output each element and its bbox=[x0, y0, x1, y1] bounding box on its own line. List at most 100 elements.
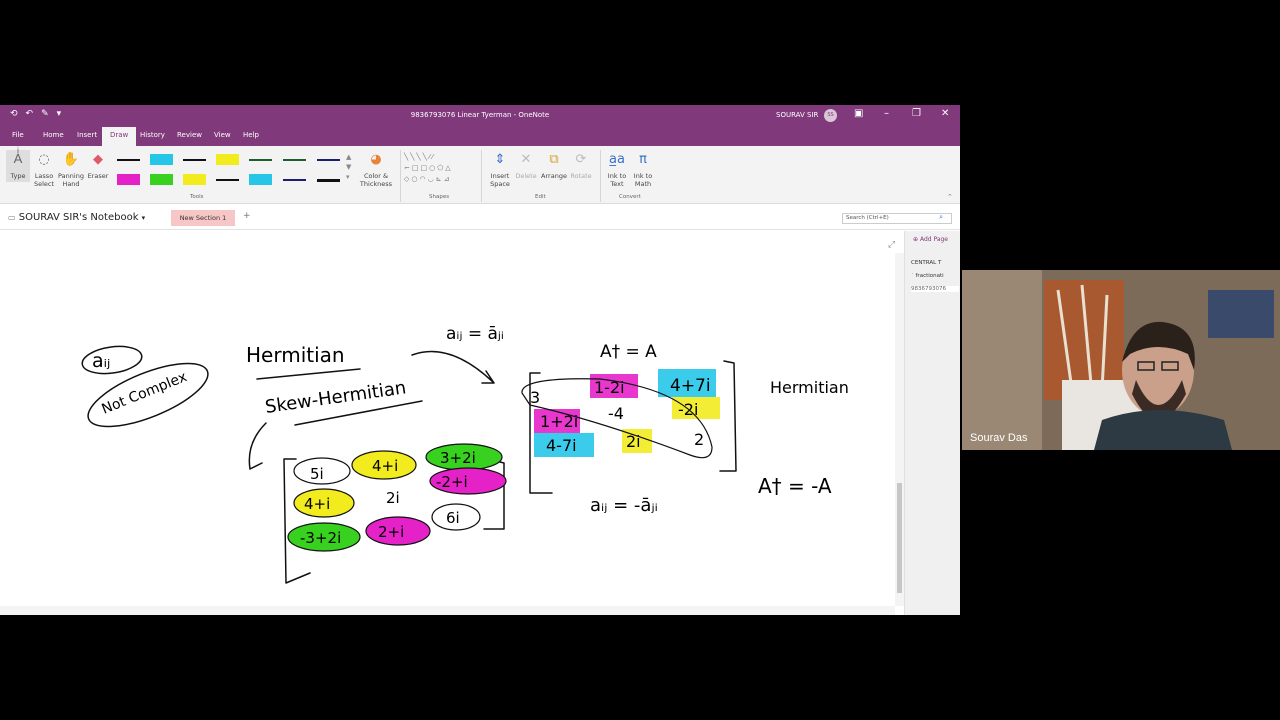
pen-swatch[interactable] bbox=[113, 171, 142, 187]
eraser-icon: ◆ bbox=[93, 152, 103, 167]
chevron-down-icon: ▾ bbox=[141, 214, 146, 222]
pen-black-4 bbox=[317, 179, 340, 182]
title-bar: ⟲ ↶ ✎ ▾ 9836793076 Linear Tyerman - OneN… bbox=[0, 105, 960, 125]
vertical-scrollbar[interactable] bbox=[895, 253, 904, 606]
user-name[interactable]: SOURAV SIR bbox=[776, 111, 818, 119]
separator bbox=[481, 150, 482, 202]
pen-swatch[interactable] bbox=[146, 171, 175, 187]
horizontal-scrollbar[interactable] bbox=[0, 606, 895, 615]
color-thickness-button[interactable]: ◕ Color & Thickness bbox=[358, 152, 394, 189]
minimize-icon[interactable]: – bbox=[884, 108, 889, 119]
page-item[interactable]: CENTRAL T bbox=[911, 260, 959, 266]
highlighter-yellow-2 bbox=[183, 174, 206, 185]
matrix1-cell: 5i bbox=[310, 465, 324, 483]
panning-hand-button[interactable]: ✋ Panning Hand bbox=[57, 152, 85, 189]
expand-icon[interactable]: ⤢ bbox=[887, 240, 895, 250]
shapes-gallery[interactable]: ╲╲╲╲⁄⁄ ⌐□□○⬠△ ◇○◠◡⊾⊿ bbox=[404, 152, 476, 190]
pen-swatch[interactable] bbox=[179, 171, 208, 187]
ink-bracket bbox=[248, 422, 267, 470]
tab-review[interactable]: Review bbox=[177, 131, 202, 139]
presenter-video: Sourav Das bbox=[962, 270, 1280, 450]
highlighter-green bbox=[150, 174, 173, 185]
shapes-group-label: Shapes bbox=[429, 194, 450, 200]
arrange-button[interactable]: ⧉ Arrange bbox=[540, 152, 568, 180]
ink-to-math-icon: π bbox=[639, 152, 647, 167]
pen-swatch[interactable] bbox=[113, 151, 142, 167]
tab-draw[interactable]: Draw bbox=[102, 127, 137, 146]
eraser-button[interactable]: ◆ Eraser bbox=[86, 152, 110, 180]
hand-icon: ✋ bbox=[62, 152, 80, 167]
pen-gallery-scroll-icon[interactable]: ▲ ▼ ▾ bbox=[346, 152, 351, 182]
tab-file[interactable]: File bbox=[12, 131, 24, 139]
pages-pane: ⊕ Add Page CENTRAL T ` fractionati 98367… bbox=[904, 231, 960, 615]
highlighter-cyan-2 bbox=[249, 174, 272, 185]
pen-black-3 bbox=[216, 179, 239, 181]
matrix1-cell: 3+2i bbox=[440, 449, 476, 467]
pen-navy-1 bbox=[317, 159, 340, 161]
tab-insert[interactable]: Insert bbox=[77, 131, 97, 139]
rotate-button[interactable]: ⟳ Rotate bbox=[569, 152, 593, 180]
collapse-ribbon-icon[interactable]: ⌃ bbox=[947, 193, 953, 201]
matrix1-cell: -3+2i bbox=[300, 529, 341, 547]
delete-button[interactable]: ✕ Delete bbox=[514, 152, 538, 180]
ink-aij-conjugate: aᵢⱼ = āⱼᵢ bbox=[446, 324, 504, 344]
convert-group-label: Convert bbox=[619, 194, 641, 200]
pen-swatch[interactable] bbox=[212, 151, 241, 167]
ink-to-text-icon: a̲a bbox=[609, 152, 625, 167]
pen-swatch[interactable] bbox=[313, 151, 342, 167]
pen-swatch[interactable] bbox=[313, 171, 342, 187]
tab-home[interactable]: Home bbox=[43, 131, 64, 139]
type-icon: Aͥ bbox=[13, 152, 23, 167]
matrix2-cell: 1-2i bbox=[594, 378, 625, 397]
ink-not-complex: Not Complex bbox=[100, 369, 190, 418]
tab-section-1[interactable]: New Section 1 bbox=[171, 210, 235, 226]
pen-swatch[interactable] bbox=[245, 171, 274, 187]
matrix2-cell: 2 bbox=[694, 430, 704, 449]
pen-swatch[interactable] bbox=[179, 151, 208, 167]
ink-aij-skew: aᵢⱼ = -āⱼᵢ bbox=[590, 495, 658, 516]
avatar[interactable]: SS bbox=[824, 109, 837, 122]
insert-space-button[interactable]: ⇕ Insert Space bbox=[486, 152, 514, 189]
matrix1-cell: 6i bbox=[446, 509, 460, 527]
ribbon-display-icon[interactable]: ▣ bbox=[854, 108, 863, 119]
ink-circle bbox=[81, 345, 143, 375]
separator bbox=[600, 150, 601, 202]
notebook-bar: ▭ SOURAV SIR's Notebook ▾ New Section 1 … bbox=[0, 205, 960, 230]
notebook-selector[interactable]: ▭ SOURAV SIR's Notebook ▾ bbox=[8, 212, 145, 223]
note-canvas[interactable]: ⤢ aᵢⱼ Not Complex Hermitian Skew-Hermiti… bbox=[0, 231, 895, 606]
ink-aij: aᵢⱼ bbox=[92, 350, 110, 372]
webcam-image bbox=[962, 270, 1280, 450]
pen-swatch[interactable] bbox=[279, 151, 308, 167]
close-icon[interactable]: ✕ bbox=[941, 108, 949, 119]
pen-black-1 bbox=[117, 159, 140, 161]
search-icon[interactable]: ⌕ bbox=[939, 213, 943, 222]
ink-to-math-button[interactable]: π Ink to Math bbox=[630, 152, 656, 189]
pen-swatch[interactable] bbox=[146, 151, 175, 167]
ink-arrow bbox=[411, 350, 495, 384]
add-page-button[interactable]: ⊕ Add Page bbox=[913, 236, 948, 243]
page-item[interactable]: ` fractionati bbox=[911, 273, 959, 279]
tab-help[interactable]: Help bbox=[243, 131, 259, 139]
pen-swatch[interactable] bbox=[212, 171, 241, 187]
ink-underline bbox=[256, 368, 361, 380]
ink-hermitian: Hermitian bbox=[246, 343, 345, 367]
type-button[interactable]: Aͥ Type bbox=[6, 150, 30, 183]
matrix1-cell: 4+i bbox=[372, 457, 398, 475]
pen-swatch[interactable] bbox=[245, 151, 274, 167]
pen-swatch[interactable] bbox=[279, 171, 308, 187]
lasso-select-button[interactable]: ◌ Lasso Select bbox=[32, 152, 56, 189]
scrollbar-thumb[interactable] bbox=[897, 483, 902, 593]
tab-view[interactable]: View bbox=[214, 131, 231, 139]
highlighter-cyan bbox=[150, 154, 173, 165]
matrix2-cell: 4-7i bbox=[546, 436, 577, 455]
tab-history[interactable]: History bbox=[140, 131, 165, 139]
restore-icon[interactable]: ❐ bbox=[912, 108, 921, 119]
search-input[interactable]: Search (Ctrl+E) ⌕ bbox=[842, 213, 952, 224]
rotate-icon: ⟳ bbox=[575, 152, 587, 167]
ink-to-text-button[interactable]: a̲a Ink to Text bbox=[604, 152, 630, 189]
matrix2-cell: 4+7i bbox=[670, 376, 711, 396]
page-item[interactable]: 9836793076 bbox=[911, 286, 959, 292]
matrix1-cell: -2+i bbox=[436, 473, 468, 491]
add-section-button[interactable]: + bbox=[243, 211, 251, 221]
arrange-icon: ⧉ bbox=[549, 152, 559, 167]
